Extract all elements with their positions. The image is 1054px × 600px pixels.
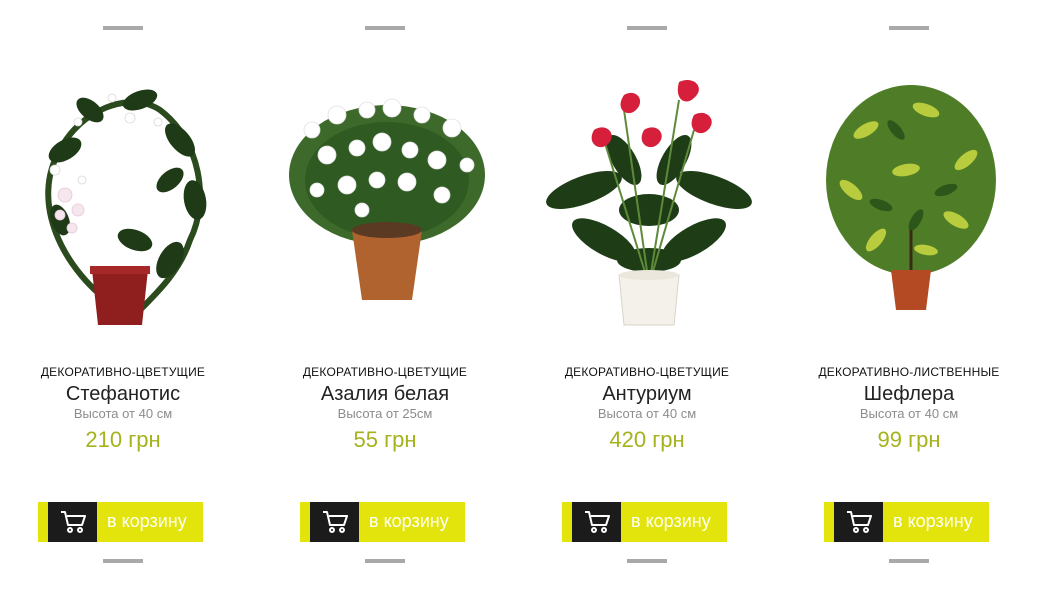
product-price: 55 грн (353, 427, 417, 452)
add-to-cart-button[interactable]: в корзину (562, 502, 727, 542)
card-top-divider (103, 26, 143, 30)
stephanotis-plant-image (45, 89, 207, 325)
schefflera-plant-image (826, 85, 996, 310)
product-category: ДЕКОРАТИВНО-ЛИСТВЕННЫЕ (818, 365, 1000, 379)
product-height: Высота от 40 см (73, 406, 173, 421)
card-bottom-divider (103, 559, 143, 563)
add-to-cart-label: в корзину (369, 511, 449, 531)
product-card: ДЕКОРАТИВНО-ЦВЕТУЩИЕ Стефанотис Высота о… (0, 0, 262, 600)
shopping-cart-icon (61, 511, 86, 533)
add-to-cart-label: в корзину (107, 511, 187, 531)
add-to-cart-label: в корзину (631, 511, 711, 531)
anthurium-plant-image (546, 80, 752, 326)
product-photo-azalea[interactable] (282, 70, 492, 340)
cart-icon-box (310, 502, 359, 542)
product-name[interactable]: Стефанотис (0, 383, 246, 406)
product-name[interactable]: Шефлера (786, 383, 1032, 406)
shopping-cart-icon (323, 511, 348, 533)
product-grid: ДЕКОРАТИВНО-ЦВЕТУЩИЕ Стефанотис Высота о… (0, 0, 1054, 600)
product-name[interactable]: Антуриум (524, 383, 770, 406)
card-top-divider (365, 26, 405, 30)
add-to-cart-label: в корзину (893, 511, 973, 531)
product-price: 420 грн (609, 427, 685, 452)
product-card: ДЕКОРАТИВНО-ЦВЕТУЩИЕ Антуриум Высота от … (524, 0, 786, 600)
product-card: ДЕКОРАТИВНО-ЦВЕТУЩИЕ Азалия белая Высота… (262, 0, 524, 600)
card-top-divider (627, 26, 667, 30)
product-category: ДЕКОРАТИВНО-ЦВЕТУЩИЕ (564, 365, 730, 379)
product-photo-stephanotis[interactable] (20, 70, 230, 340)
add-to-cart-button[interactable]: в корзину (824, 502, 989, 542)
product-height: Высота от 40 см (859, 406, 959, 421)
product-height: Высота от 25см (337, 406, 433, 421)
shopping-cart-icon (847, 511, 872, 533)
product-photo-anthurium[interactable] (544, 70, 754, 340)
cart-icon-box (572, 502, 621, 542)
card-bottom-divider (365, 559, 405, 563)
card-bottom-divider (627, 559, 667, 563)
product-card: ДЕКОРАТИВНО-ЛИСТВЕННЫЕ Шефлера Высота от… (786, 0, 1048, 600)
add-to-cart-button[interactable]: в корзину (300, 502, 465, 542)
card-top-divider (889, 26, 929, 30)
product-category: ДЕКОРАТИВНО-ЦВЕТУЩИЕ (40, 365, 206, 379)
product-photo-schefflera[interactable] (806, 70, 1016, 340)
azalea-plant-image (289, 98, 485, 300)
shopping-cart-icon (585, 511, 610, 533)
card-bottom-divider (889, 559, 929, 563)
product-category: ДЕКОРАТИВНО-ЦВЕТУЩИЕ (302, 365, 468, 379)
product-price: 99 грн (877, 427, 941, 452)
cart-icon-box (48, 502, 97, 542)
cart-icon-box (834, 502, 883, 542)
add-to-cart-button[interactable]: в корзину (38, 502, 203, 542)
product-price: 210 грн (85, 427, 161, 452)
product-name[interactable]: Азалия белая (262, 383, 508, 406)
product-height: Высота от 40 см (597, 406, 697, 421)
